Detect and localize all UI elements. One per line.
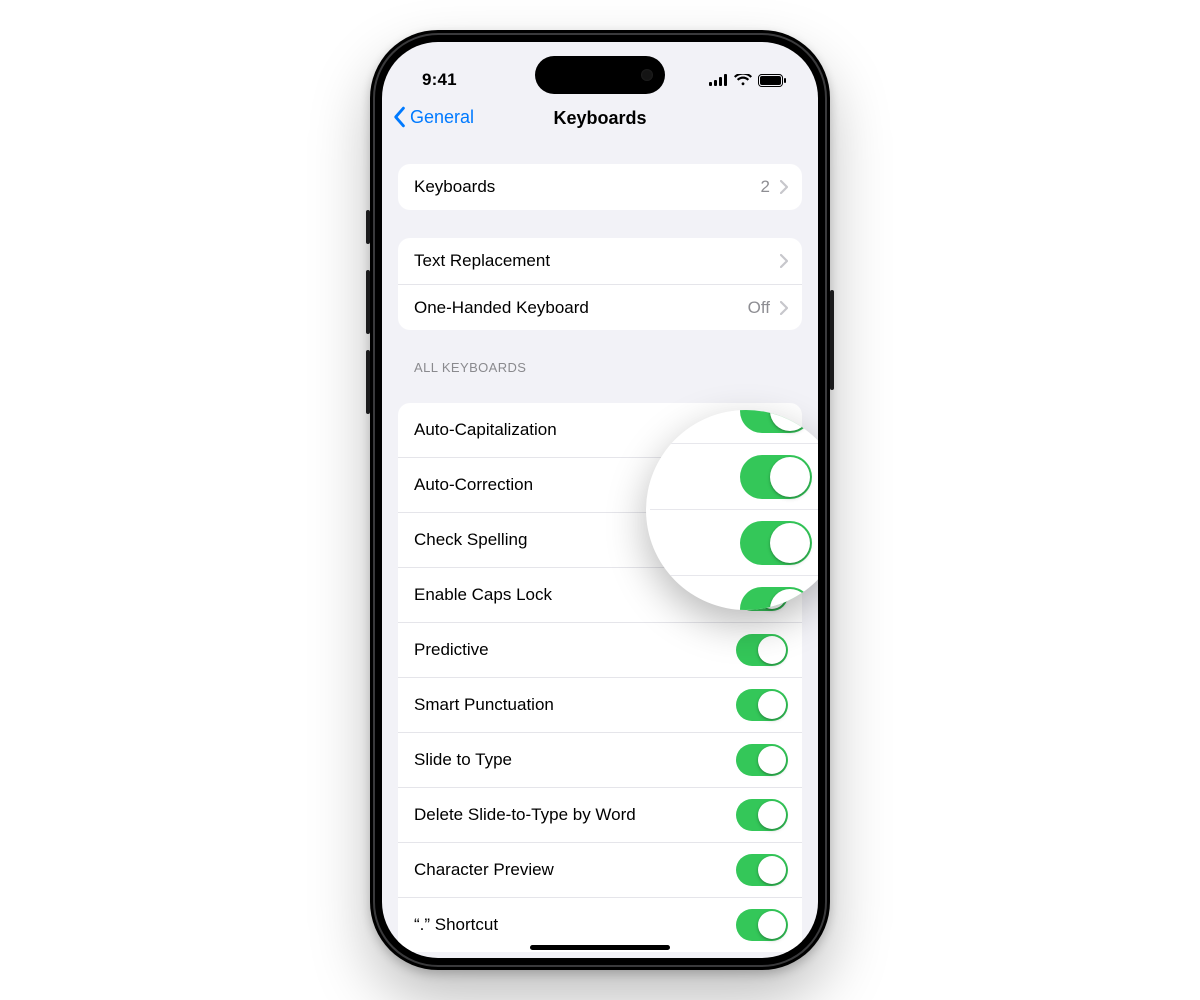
switch-toggle[interactable] bbox=[736, 854, 788, 886]
chevron-right-icon bbox=[780, 180, 788, 194]
home-indicator bbox=[530, 945, 670, 950]
row-label: Predictive bbox=[414, 640, 489, 660]
group-text-options: Text Replacement One-Handed Keyboard Off bbox=[398, 238, 802, 330]
row-label: Enable Caps Lock bbox=[414, 585, 552, 605]
row-toggle[interactable]: Slide to Type bbox=[398, 732, 802, 787]
magnified-row bbox=[650, 410, 818, 444]
back-button[interactable]: General bbox=[392, 106, 474, 128]
row-label: One-Handed Keyboard bbox=[414, 298, 589, 318]
row-label: Check Spelling bbox=[414, 530, 527, 550]
switch-toggle[interactable] bbox=[736, 744, 788, 776]
switch-toggle[interactable] bbox=[736, 909, 788, 941]
magnifier-callout bbox=[646, 410, 818, 610]
row-label: Delete Slide-to-Type by Word bbox=[414, 805, 636, 825]
row-toggle[interactable]: Delete Slide-to-Type by Word bbox=[398, 787, 802, 842]
row-toggle[interactable]: Predictive bbox=[398, 622, 802, 677]
volume-down-button bbox=[366, 350, 370, 414]
chevron-left-icon bbox=[392, 106, 406, 128]
magnified-row bbox=[650, 576, 818, 610]
row-toggle[interactable]: Smart Punctuation bbox=[398, 677, 802, 732]
switch-magnified[interactable] bbox=[740, 521, 812, 565]
volume-up-button bbox=[366, 270, 370, 334]
back-label: General bbox=[410, 107, 474, 128]
switch-magnified[interactable] bbox=[740, 587, 812, 610]
switch-toggle[interactable] bbox=[736, 634, 788, 666]
row-label: Smart Punctuation bbox=[414, 695, 554, 715]
row-label: Character Preview bbox=[414, 860, 554, 880]
cellular-icon bbox=[709, 74, 728, 86]
row-label: Auto-Capitalization bbox=[414, 420, 557, 440]
row-keyboards[interactable]: Keyboards 2 bbox=[398, 164, 802, 210]
row-detail: 2 bbox=[761, 177, 770, 197]
group-keyboards: Keyboards 2 bbox=[398, 164, 802, 210]
row-one-handed-keyboard[interactable]: One-Handed Keyboard Off bbox=[398, 284, 802, 330]
status-time: 9:41 bbox=[422, 70, 457, 90]
chevron-right-icon bbox=[780, 301, 788, 315]
section-header-all-keyboards: ALL KEYBOARDS bbox=[414, 360, 802, 375]
status-icons bbox=[709, 74, 786, 87]
battery-icon bbox=[758, 74, 786, 87]
phone-frame: 9:41 bbox=[370, 30, 830, 970]
footer-note: Double tapping the space bar will insert… bbox=[398, 952, 802, 958]
chevron-right-icon bbox=[780, 254, 788, 268]
switch-magnified[interactable] bbox=[740, 455, 812, 499]
ringer-switch bbox=[366, 210, 370, 244]
row-text-replacement[interactable]: Text Replacement bbox=[398, 238, 802, 284]
switch-toggle[interactable] bbox=[736, 689, 788, 721]
row-toggle[interactable]: Character Preview bbox=[398, 842, 802, 897]
row-label: “.” Shortcut bbox=[414, 915, 498, 935]
row-toggle[interactable]: “.” Shortcut bbox=[398, 897, 802, 952]
switch-toggle[interactable] bbox=[736, 799, 788, 831]
page-title: Keyboards bbox=[553, 108, 646, 129]
row-label: Keyboards bbox=[414, 177, 495, 197]
wifi-icon bbox=[734, 74, 752, 86]
magnified-row bbox=[650, 444, 818, 510]
dynamic-island bbox=[535, 56, 665, 94]
screen: 9:41 bbox=[382, 42, 818, 958]
magnified-row bbox=[650, 510, 818, 576]
switch-magnified[interactable] bbox=[740, 410, 812, 433]
nav-bar: General Keyboards bbox=[382, 100, 818, 150]
row-detail: Off bbox=[748, 298, 770, 318]
side-button bbox=[830, 290, 834, 390]
row-label: Text Replacement bbox=[414, 251, 550, 271]
row-label: Auto-Correction bbox=[414, 475, 533, 495]
row-label: Slide to Type bbox=[414, 750, 512, 770]
